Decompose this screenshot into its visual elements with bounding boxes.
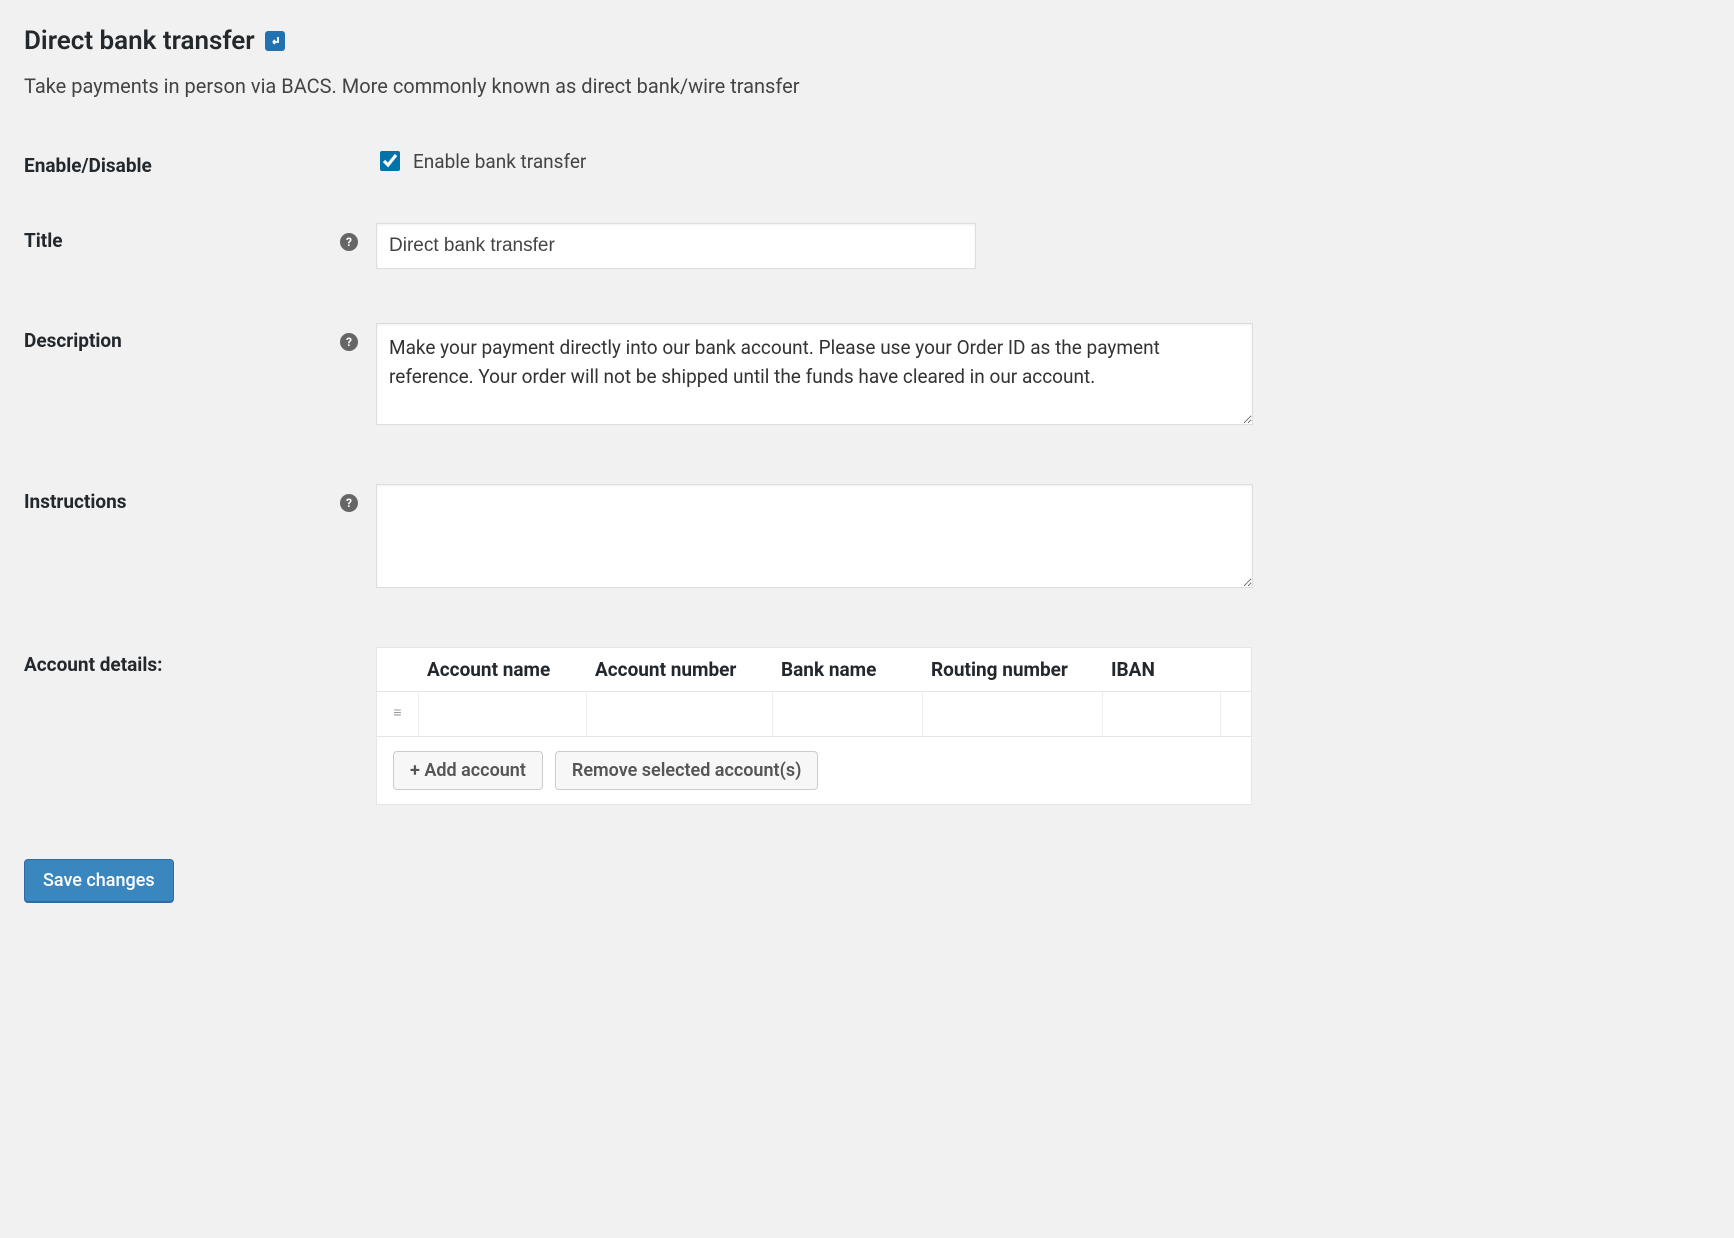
row-description: Description ? Make your payment directly…	[24, 323, 1270, 430]
account-details-header: Account name Account number Bank name Ro…	[377, 648, 1251, 691]
col-routing-number: Routing number	[923, 648, 1103, 691]
routing-number-input[interactable]	[927, 696, 1098, 732]
label-instructions: Instructions	[24, 490, 127, 513]
add-account-button[interactable]: + Add account	[393, 751, 543, 790]
col-iban: IBAN	[1103, 648, 1221, 691]
return-arrow-icon[interactable]	[265, 31, 285, 51]
label-enable: Enable/Disable	[24, 154, 152, 177]
account-details-footer: + Add account Remove selected account(s)	[377, 737, 1251, 804]
save-changes-button[interactable]: Save changes	[24, 859, 174, 902]
row-account-details: Account details: Account name Account nu…	[24, 647, 1270, 805]
page-title-text: Direct bank transfer	[24, 26, 255, 56]
description-textarea[interactable]: Make your payment directly into our bank…	[376, 323, 1253, 425]
account-details-table: Account name Account number Bank name Ro…	[376, 647, 1252, 805]
account-number-input[interactable]	[591, 696, 768, 732]
submit-row: Save changes	[24, 859, 1270, 902]
enable-checkbox-label: Enable bank transfer	[413, 150, 586, 173]
enable-checkbox-wrap[interactable]: Enable bank transfer	[376, 148, 1270, 174]
row-title: Title ?	[24, 223, 1270, 269]
table-row: ≡	[377, 691, 1251, 737]
col-bank-name: Bank name	[773, 648, 923, 691]
col-account-name: Account name	[419, 648, 587, 691]
row-enable: Enable/Disable Enable bank transfer	[24, 148, 1270, 177]
drag-handle-icon[interactable]: ≡	[377, 692, 419, 736]
title-input[interactable]	[376, 223, 976, 269]
label-description: Description	[24, 329, 122, 352]
account-name-input[interactable]	[423, 696, 582, 732]
remove-account-button[interactable]: Remove selected account(s)	[555, 751, 819, 790]
help-icon[interactable]: ?	[340, 494, 358, 512]
row-instructions: Instructions ?	[24, 484, 1270, 593]
enable-checkbox[interactable]	[380, 151, 400, 171]
bank-name-input[interactable]	[777, 696, 918, 732]
instructions-textarea[interactable]	[376, 484, 1253, 588]
help-icon[interactable]: ?	[340, 233, 358, 251]
page-subtitle: Take payments in person via BACS. More c…	[24, 74, 1270, 98]
label-title: Title	[24, 229, 63, 252]
page-title: Direct bank transfer	[24, 26, 1270, 56]
col-account-number: Account number	[587, 648, 773, 691]
label-account-details: Account details:	[24, 653, 162, 676]
help-icon[interactable]: ?	[340, 333, 358, 351]
iban-input[interactable]	[1107, 696, 1216, 732]
